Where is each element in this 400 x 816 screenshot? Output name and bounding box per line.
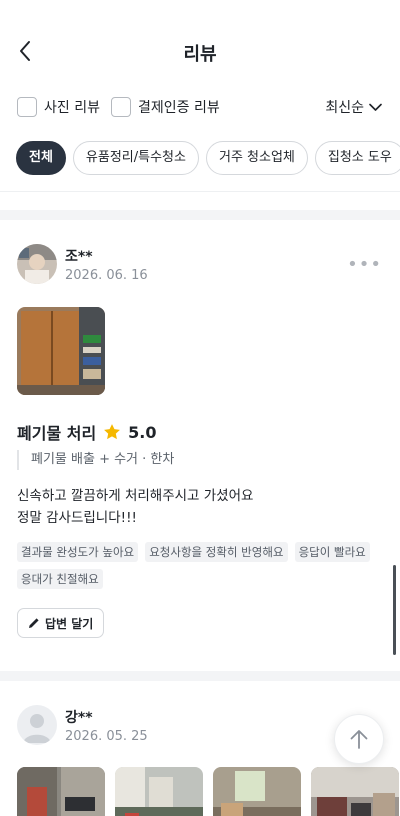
photo-room [115, 767, 203, 816]
reviewer-name: 조** [65, 249, 93, 265]
chevron-down-icon [369, 103, 382, 111]
review-tags: 결과물 완성도가 높아요 요청사항을 정확히 반영해요 응답이 빨라요 응대가 … [17, 541, 387, 595]
photo-review-checkbox[interactable]: 사진 리뷰 [17, 97, 100, 117]
app-header: 리뷰 [0, 0, 400, 100]
avatar-photo [17, 244, 57, 284]
reply-label: 답변 달기 [45, 616, 94, 631]
sort-dropdown[interactable]: 최신순 [325, 97, 382, 117]
photo-clutter [311, 767, 399, 816]
review-text: 신속하고 깔끔하게 처리해주시고 가셨어요 정말 감사드립니다!!! [17, 488, 254, 526]
chip-residential-cleaning[interactable]: 거주 청소업체 [205, 141, 308, 175]
more-options-icon[interactable]: ••• [347, 254, 382, 275]
avatar[interactable] [17, 244, 57, 284]
checkbox-box[interactable] [17, 97, 37, 117]
star-icon [104, 424, 121, 440]
default-avatar-icon [17, 705, 57, 745]
checkbox-box[interactable] [111, 97, 131, 117]
tag-fast-response: 응답이 빨라요 [294, 542, 370, 562]
service-detail: 폐기물 배출 + 수거 · 한차 [17, 450, 174, 470]
review-photo[interactable] [115, 767, 203, 816]
tag-kind: 응대가 친절해요 [17, 569, 103, 589]
arrow-up-icon [350, 730, 368, 749]
photo-room-window [213, 767, 301, 816]
tag-quality: 결과물 완성도가 높아요 [17, 542, 139, 562]
photo-street [17, 767, 105, 816]
category-chips: 전체 유품정리/특수청소 거주 청소업체 집청소 도우 [16, 141, 400, 175]
divider [0, 191, 400, 192]
photo-wardrobe [17, 307, 105, 395]
chip-home-cleaning[interactable]: 집청소 도우 [314, 141, 400, 175]
scrollbar[interactable] [393, 565, 396, 655]
pencil-icon [29, 618, 39, 628]
sort-label: 최신순 [325, 100, 364, 116]
scroll-to-top-button[interactable] [334, 714, 384, 764]
verified-review-label: 결제인증 리뷰 [138, 100, 220, 116]
review-photo[interactable] [17, 767, 105, 816]
chip-all[interactable]: 전체 [16, 141, 66, 175]
reply-button[interactable]: 답변 달기 [17, 608, 105, 638]
tag-requests: 요청사항을 정확히 반영해요 [145, 542, 288, 562]
reviewer-name: 강** [65, 710, 93, 726]
rating-score: 5.0 [128, 422, 157, 442]
section-separator [0, 210, 400, 220]
review-photo[interactable] [17, 307, 105, 395]
service-title-row: 폐기물 처리 5.0 [17, 420, 157, 444]
review-photo[interactable] [311, 767, 399, 816]
service-name: 폐기물 처리 [17, 424, 97, 443]
page-title: 리뷰 [183, 44, 217, 65]
review-date: 2026. 05. 25 [65, 729, 148, 744]
photo-review-label: 사진 리뷰 [44, 100, 100, 116]
chip-estate-cleaning[interactable]: 유품정리/특수청소 [72, 141, 199, 175]
filter-row: 사진 리뷰 결제인증 리뷰 최신순 [0, 97, 400, 121]
section-separator [0, 671, 400, 681]
review-date: 2026. 06. 16 [65, 268, 148, 283]
avatar[interactable] [17, 705, 57, 745]
review-photo[interactable] [213, 767, 301, 816]
verified-review-checkbox[interactable]: 결제인증 리뷰 [111, 97, 220, 117]
